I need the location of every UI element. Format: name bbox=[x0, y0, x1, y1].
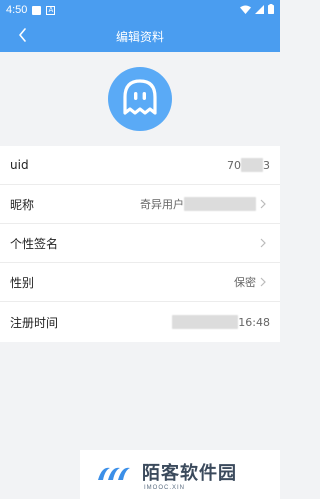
back-button[interactable] bbox=[10, 20, 34, 52]
redacted-block bbox=[241, 158, 263, 172]
row-nickname[interactable]: 昵称 奇异用户 bbox=[0, 185, 280, 224]
gender-value-text: 保密 bbox=[234, 276, 256, 289]
watermark-text: 陌客软件园 bbox=[142, 462, 237, 484]
signal-icon bbox=[255, 4, 264, 17]
gender-value: 保密 bbox=[234, 274, 270, 290]
row-uid: uid 70 3 bbox=[0, 146, 280, 185]
status-bar: 4:50 A bbox=[0, 0, 280, 20]
watermark-subtext: IMOOC.XIN bbox=[144, 484, 186, 491]
register-time-suffix: 16:48 bbox=[238, 315, 270, 329]
row-label: 注册时间 bbox=[10, 315, 59, 330]
nickname-value: 奇异用户 bbox=[140, 196, 270, 212]
uid-value: 70 3 bbox=[227, 158, 270, 172]
wifi-icon bbox=[240, 4, 251, 17]
app-header: 编辑资料 bbox=[0, 20, 280, 52]
row-register-time: 注册时间 16:48 bbox=[0, 302, 280, 342]
row-label: 个性签名 bbox=[10, 236, 59, 251]
avatar-section bbox=[0, 52, 280, 146]
chevron-right-icon bbox=[260, 199, 270, 209]
chevron-left-icon bbox=[18, 27, 27, 46]
register-time-value: 16:48 bbox=[172, 315, 270, 329]
redacted-block bbox=[184, 197, 256, 211]
profile-list: uid 70 3 昵称 奇异用户 个性签名 性别 保密 注册时间 16:48 bbox=[0, 146, 280, 342]
battery-icon bbox=[268, 3, 274, 17]
nickname-value-text: 奇异用户 bbox=[140, 198, 184, 211]
avatar[interactable] bbox=[108, 67, 172, 131]
page-title: 编辑资料 bbox=[115, 29, 164, 44]
row-gender[interactable]: 性别 保密 bbox=[0, 263, 280, 302]
chevron-right-icon bbox=[260, 238, 270, 248]
signature-value bbox=[256, 238, 270, 248]
status-time: 4:50 bbox=[6, 4, 28, 16]
notification-a-icon: A bbox=[46, 5, 56, 15]
chevron-right-icon bbox=[260, 277, 270, 287]
uid-value-text: 70 bbox=[227, 158, 241, 172]
row-label: 昵称 bbox=[10, 197, 35, 212]
row-signature[interactable]: 个性签名 bbox=[0, 224, 280, 263]
watermark: 陌客软件园 IMOOC.XIN bbox=[80, 450, 280, 499]
redacted-block bbox=[172, 315, 239, 329]
watermark-logo-icon bbox=[96, 462, 136, 488]
uid-value-suffix: 3 bbox=[263, 158, 270, 172]
notification-square-icon bbox=[32, 5, 42, 15]
ghost-icon bbox=[121, 77, 159, 121]
row-label: uid bbox=[10, 158, 29, 172]
row-label: 性别 bbox=[10, 275, 35, 290]
